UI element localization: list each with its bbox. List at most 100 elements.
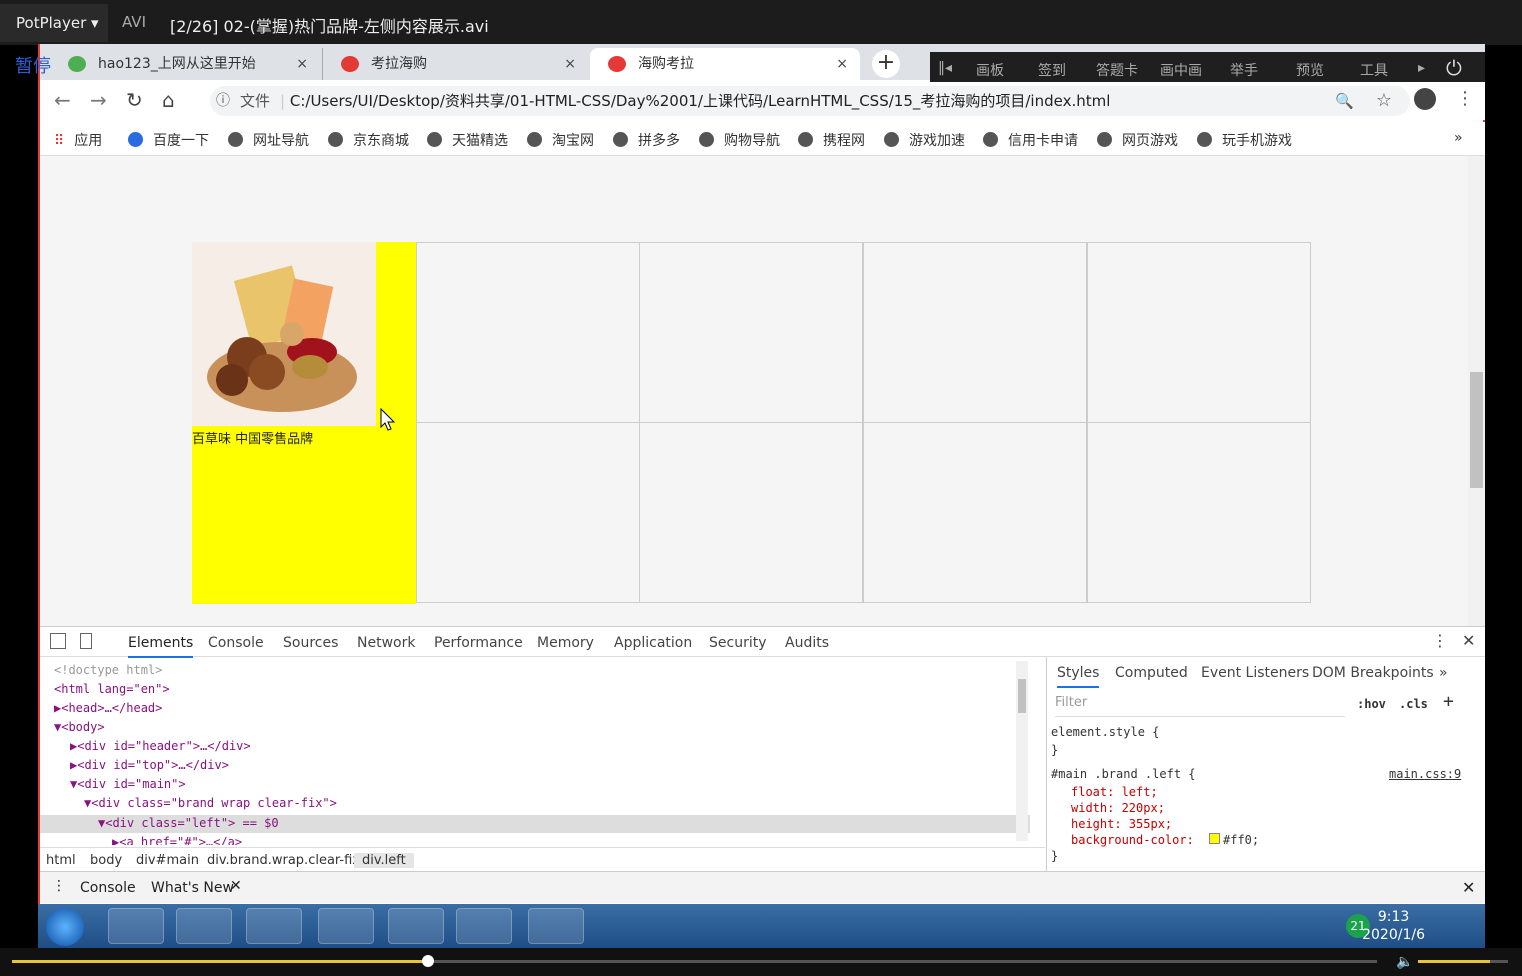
typora-app-icon[interactable] (456, 908, 512, 944)
dom-node[interactable]: ▼<body> (54, 720, 105, 734)
url-text[interactable]: C:/Users/UI/Desktop/资料共享/01-HTML-CSS/Day… (290, 92, 1111, 110)
more-tabs-icon[interactable]: » (1439, 665, 1448, 681)
volume-slider[interactable] (1418, 960, 1508, 963)
tab-performance[interactable]: Performance (434, 635, 523, 651)
hover-state-toggle[interactable]: :hov (1357, 697, 1386, 711)
rule-source-link[interactable]: main.css:9 (1389, 767, 1461, 781)
scrollbar-thumb[interactable] (1018, 679, 1026, 713)
close-tab-icon[interactable]: × (836, 48, 848, 80)
dom-node-selected[interactable]: ▼<div class="left"> == $0 (98, 816, 279, 830)
drawer-tab-console[interactable]: Console (80, 880, 136, 896)
tab-dom-breakpoints[interactable]: DOM Breakpoints (1312, 665, 1434, 681)
css-prop-height[interactable]: height: 355px; (1071, 817, 1172, 831)
brand-grid-cell[interactable] (863, 422, 1087, 603)
devtools-menu-icon[interactable]: ⋮ (1432, 631, 1448, 650)
styles-filter-input[interactable]: Filter (1055, 695, 1345, 717)
device-toolbar-icon[interactable] (80, 633, 92, 649)
bookmark-item[interactable]: 天猫精选 (427, 130, 508, 150)
css-prop-float[interactable]: float: left; (1071, 785, 1158, 799)
bookmark-star-icon[interactable]: ☆ (1376, 86, 1392, 116)
bookmark-item[interactable]: 信用卡申请 (983, 130, 1078, 150)
system-clock[interactable]: 9:13 2020/1/6 (1362, 908, 1425, 944)
brand-grid-cell[interactable] (639, 242, 863, 423)
volume-icon[interactable]: 🔈 (1396, 954, 1413, 970)
crumb-left[interactable]: div.left (354, 853, 414, 868)
zoom-icon[interactable]: 🔍 (1335, 86, 1354, 116)
scrollbar-thumb[interactable] (1470, 372, 1483, 488)
chrome-menu-icon[interactable]: ⋮ (1456, 88, 1474, 109)
drawer-menu-icon[interactable]: ⋮ (52, 878, 66, 894)
seek-bar-handle[interactable] (422, 955, 435, 967)
tab-haigou-active[interactable]: 海购考拉 × (590, 48, 860, 80)
dom-node[interactable]: ▼<div id="main"> (70, 777, 186, 791)
dom-tree-scrollbar[interactable] (1016, 661, 1028, 841)
css-value-bg[interactable]: #ff0; (1223, 833, 1259, 847)
overlay-pip-button[interactable]: 画中画 (1160, 60, 1202, 80)
bookmark-item[interactable]: 玩手机游戏 (1197, 130, 1292, 150)
crumb-body[interactable]: body (90, 853, 122, 868)
crumb-html[interactable]: html (46, 853, 76, 868)
forward-icon[interactable]: → (90, 88, 107, 112)
page-scrollbar[interactable] (1468, 156, 1485, 626)
overlay-signin-button[interactable]: 签到 (1038, 60, 1066, 80)
close-devtools-icon[interactable]: ✕ (1462, 631, 1475, 650)
overlay-tools-button[interactable]: 工具 (1360, 60, 1388, 80)
bookmark-item[interactable]: 网址导航 (228, 130, 309, 150)
tab-sources[interactable]: Sources (283, 635, 338, 651)
brand-grid-cell[interactable] (639, 422, 863, 603)
collapse-icon[interactable]: ‖◂ (938, 60, 952, 76)
bookmark-item[interactable]: 网页游戏 (1097, 130, 1178, 150)
bookmark-item[interactable]: 购物导航 (699, 130, 780, 150)
brand-caption[interactable]: 百草味 中国零售品牌 (192, 428, 313, 447)
vscode-app-icon[interactable] (388, 908, 444, 944)
home-icon[interactable]: ⌂ (162, 88, 175, 112)
dom-node[interactable]: ▶<div id="top">…</div> (70, 758, 229, 772)
dom-node[interactable]: ▶<a href="#">…</a> (112, 835, 242, 845)
close-tab-icon[interactable]: × (296, 48, 308, 80)
dom-node[interactable]: ▼<div class="brand wrap clear-fix"> (84, 796, 337, 810)
close-drawer-tab-icon[interactable]: ✕ (230, 878, 242, 894)
tab-console[interactable]: Console (208, 635, 264, 651)
drawer-tab-whats-new[interactable]: What's New (151, 880, 234, 896)
tab-network[interactable]: Network (357, 635, 415, 651)
back-icon[interactable]: ← (54, 88, 71, 112)
arrow-icon[interactable]: ▸ (1418, 60, 1425, 76)
chrome-app-icon[interactable] (318, 908, 374, 944)
bookmark-item[interactable]: 淘宝网 (527, 130, 594, 150)
inspect-element-icon[interactable] (50, 633, 66, 649)
new-tab-button[interactable]: + (872, 50, 900, 78)
profile-avatar-icon[interactable] (1414, 88, 1436, 110)
file-explorer-icon[interactable] (246, 908, 302, 944)
bookmark-item[interactable]: 百度一下 (128, 130, 209, 150)
reload-icon[interactable]: ↻ (126, 88, 143, 112)
brand-grid-cell[interactable] (1087, 422, 1311, 603)
brand-grid-cell[interactable] (863, 242, 1087, 423)
notepad-app-icon[interactable] (528, 908, 584, 944)
class-toggle[interactable]: .cls (1399, 697, 1428, 711)
tab-computed[interactable]: Computed (1115, 665, 1188, 681)
tab-styles[interactable]: Styles (1057, 665, 1100, 688)
overlay-whiteboard-button[interactable]: 画板 (976, 60, 1004, 80)
dom-node[interactable]: ▶<div id="header">…</div> (70, 739, 251, 753)
bookmark-item[interactable]: 拼多多 (613, 130, 680, 150)
tab-kaola[interactable]: 考拉海购 × (322, 48, 588, 80)
potplayer-menu-button[interactable]: PotPlayer ▾ (0, 4, 108, 42)
color-swatch[interactable] (1209, 833, 1220, 844)
bookmark-apps[interactable]: ⠿ 应用 (54, 130, 102, 150)
close-tab-icon[interactable]: × (564, 48, 576, 80)
bookmark-item[interactable]: 京东商城 (328, 130, 409, 150)
site-info-icon[interactable]: ⓘ (216, 86, 230, 116)
brand-product-image[interactable] (192, 242, 376, 426)
css-prop-width[interactable]: width: 220px; (1071, 801, 1165, 815)
media-player-app-icon[interactable] (176, 908, 232, 944)
start-button-icon[interactable] (46, 908, 84, 946)
css-prop-background[interactable]: background-color: (1071, 833, 1194, 847)
crumb-main[interactable]: div#main (136, 853, 199, 868)
bookmarks-overflow-icon[interactable]: » (1454, 130, 1463, 146)
power-icon[interactable]: ⏻ (1446, 56, 1462, 80)
bookmark-item[interactable]: 携程网 (798, 130, 865, 150)
tab-event-listeners[interactable]: Event Listeners (1201, 665, 1309, 681)
dom-node[interactable]: <!doctype html> (54, 663, 162, 677)
dom-node[interactable]: ▶<head>…</head> (54, 701, 162, 715)
tab-hao123[interactable]: hao123_上网从这里开始 × (50, 48, 320, 80)
